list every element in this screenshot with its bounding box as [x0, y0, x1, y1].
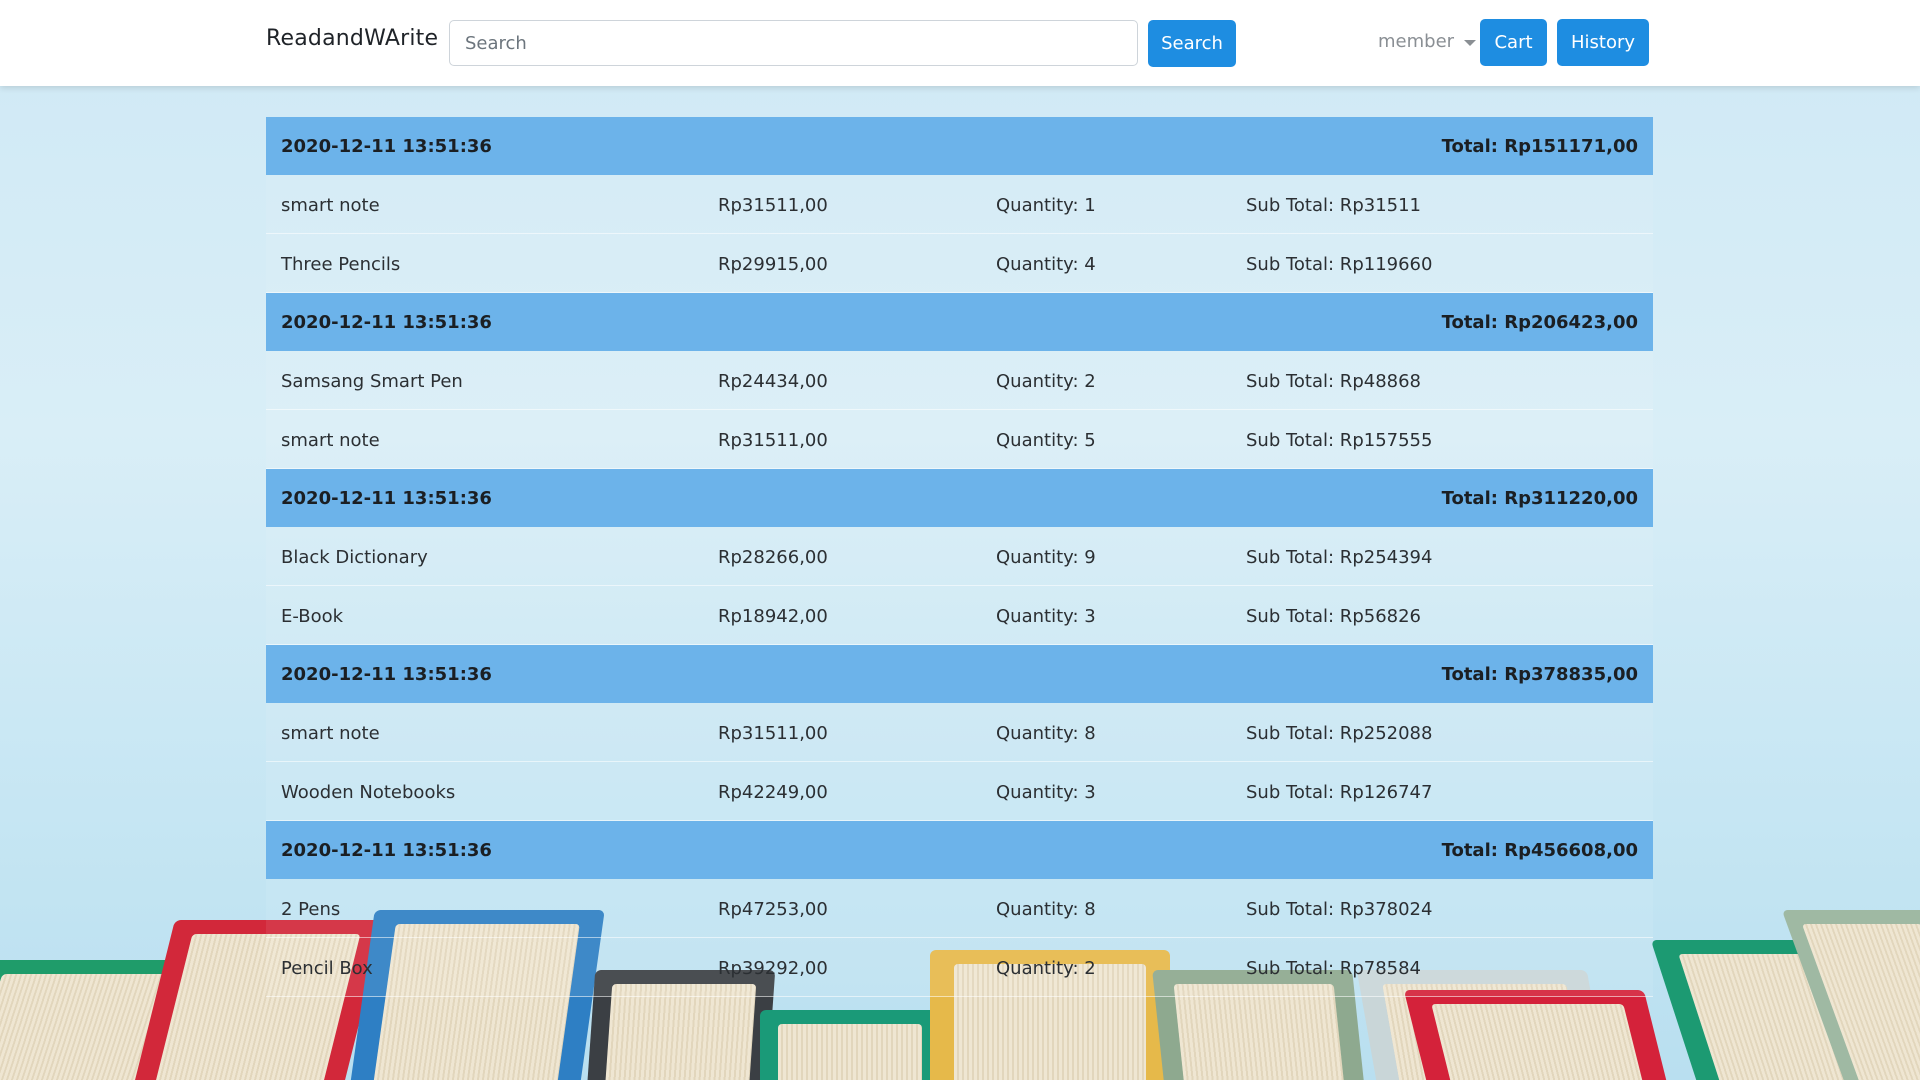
order-header: 2020-12-11 13:51:36 Total: Rp151171,00	[266, 117, 1653, 175]
order-item-row: smart note Rp31511,00 Quantity: 8 Sub To…	[266, 703, 1653, 762]
item-name: Samsang Smart Pen	[281, 371, 463, 392]
order-item-row: Samsang Smart Pen Rp24434,00 Quantity: 2…	[266, 351, 1653, 410]
item-subtotal: Sub Total: Rp378024	[1246, 899, 1433, 920]
book-spine	[760, 1010, 940, 1080]
order-date: 2020-12-11 13:51:36	[281, 311, 492, 333]
item-subtotal: Sub Total: Rp254394	[1246, 547, 1433, 568]
order-item-row: Three Pencils Rp29915,00 Quantity: 4 Sub…	[266, 234, 1653, 293]
item-name: 2 Pens	[281, 899, 341, 920]
order-date: 2020-12-11 13:51:36	[281, 487, 492, 509]
item-price: Rp39292,00	[718, 958, 828, 979]
item-quantity: Quantity: 2	[996, 958, 1096, 979]
order-total: Total: Rp456608,00	[1441, 839, 1638, 861]
item-subtotal: Sub Total: Rp252088	[1246, 723, 1433, 744]
brand-logo[interactable]: ReadandWArite	[266, 26, 438, 51]
order-total: Total: Rp206423,00	[1441, 311, 1638, 333]
item-quantity: Quantity: 3	[996, 782, 1096, 803]
item-price: Rp31511,00	[718, 430, 828, 451]
order-total: Total: Rp151171,00	[1441, 135, 1638, 157]
member-dropdown[interactable]: member	[1378, 31, 1477, 52]
order-item-row: Pencil Box Rp39292,00 Quantity: 2 Sub To…	[266, 938, 1653, 997]
item-name: Black Dictionary	[281, 547, 428, 568]
item-price: Rp42249,00	[718, 782, 828, 803]
order-header: 2020-12-11 13:51:36 Total: Rp378835,00	[266, 645, 1653, 703]
caret-down-icon	[1464, 39, 1477, 46]
item-subtotal: Sub Total: Rp31511	[1246, 195, 1421, 216]
item-name: Three Pencils	[281, 254, 401, 275]
item-name: smart note	[281, 195, 380, 216]
item-quantity: Quantity: 8	[996, 899, 1096, 920]
order-total: Total: Rp311220,00	[1441, 487, 1638, 509]
member-dropdown-label: member	[1378, 31, 1455, 52]
search-input[interactable]	[449, 20, 1138, 66]
order-item-row: 2 Pens Rp47253,00 Quantity: 8 Sub Total:…	[266, 879, 1653, 938]
order-item-row: Black Dictionary Rp28266,00 Quantity: 9 …	[266, 527, 1653, 586]
order-header: 2020-12-11 13:51:36 Total: Rp456608,00	[266, 821, 1653, 879]
item-subtotal: Sub Total: Rp157555	[1246, 430, 1433, 451]
item-name: smart note	[281, 723, 380, 744]
item-subtotal: Sub Total: Rp126747	[1246, 782, 1433, 803]
item-price: Rp24434,00	[718, 371, 828, 392]
order-history-table: 2020-12-11 13:51:36 Total: Rp151171,00 s…	[266, 117, 1653, 997]
item-quantity: Quantity: 9	[996, 547, 1096, 568]
order-item-row: E-Book Rp18942,00 Quantity: 3 Sub Total:…	[266, 586, 1653, 645]
order-item-row: smart note Rp31511,00 Quantity: 5 Sub To…	[266, 410, 1653, 469]
item-quantity: Quantity: 3	[996, 606, 1096, 627]
item-price: Rp18942,00	[718, 606, 828, 627]
item-name: smart note	[281, 430, 380, 451]
cart-button[interactable]: Cart	[1480, 19, 1547, 66]
item-price: Rp29915,00	[718, 254, 828, 275]
item-price: Rp31511,00	[718, 195, 828, 216]
order-date: 2020-12-11 13:51:36	[281, 135, 492, 157]
item-subtotal: Sub Total: Rp56826	[1246, 606, 1421, 627]
order-total: Total: Rp378835,00	[1441, 663, 1638, 685]
order-date: 2020-12-11 13:51:36	[281, 839, 492, 861]
item-quantity: Quantity: 8	[996, 723, 1096, 744]
history-button[interactable]: History	[1557, 19, 1649, 66]
item-quantity: Quantity: 4	[996, 254, 1096, 275]
item-name: Wooden Notebooks	[281, 782, 456, 803]
search-button[interactable]: Search	[1148, 20, 1236, 67]
item-quantity: Quantity: 1	[996, 195, 1096, 216]
item-name: Pencil Box	[281, 958, 373, 979]
order-date: 2020-12-11 13:51:36	[281, 663, 492, 685]
item-price: Rp31511,00	[718, 723, 828, 744]
item-subtotal: Sub Total: Rp78584	[1246, 958, 1421, 979]
item-quantity: Quantity: 5	[996, 430, 1096, 451]
book-spine	[1403, 990, 1677, 1080]
item-price: Rp47253,00	[718, 899, 828, 920]
order-item-row: smart note Rp31511,00 Quantity: 1 Sub To…	[266, 175, 1653, 234]
item-quantity: Quantity: 2	[996, 371, 1096, 392]
item-price: Rp28266,00	[718, 547, 828, 568]
item-subtotal: Sub Total: Rp48868	[1246, 371, 1421, 392]
top-navbar: ReadandWArite Search member Cart History	[0, 0, 1920, 86]
order-header: 2020-12-11 13:51:36 Total: Rp206423,00	[266, 293, 1653, 351]
item-name: E-Book	[281, 606, 344, 627]
order-header: 2020-12-11 13:51:36 Total: Rp311220,00	[266, 469, 1653, 527]
order-item-row: Wooden Notebooks Rp42249,00 Quantity: 3 …	[266, 762, 1653, 821]
item-subtotal: Sub Total: Rp119660	[1246, 254, 1433, 275]
